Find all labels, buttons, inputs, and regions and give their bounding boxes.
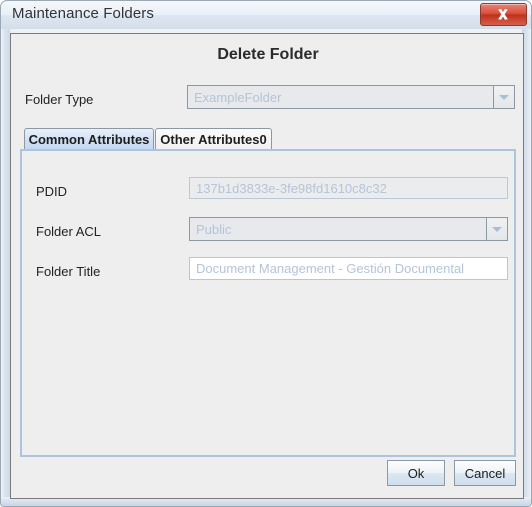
close-button[interactable] [480, 3, 527, 26]
ok-button-label: Ok [407, 465, 425, 481]
tab-label: Common Attributes [28, 132, 150, 147]
page-title: Delete Folder [217, 46, 319, 63]
folder-title-input[interactable]: Document Management - Gestión Documental [189, 257, 508, 280]
chevron-down-icon [492, 226, 502, 232]
folder-title-label: Folder Title [36, 264, 101, 279]
folder-type-dropdown-button[interactable] [493, 85, 515, 109]
folder-acl-combo-value[interactable]: Public [189, 217, 486, 241]
folder-type-label: Folder Type [25, 92, 94, 107]
tab-panel-common-attributes: PDID 137b1d3833e-3fe98fd1610c8c32 Folder… [20, 149, 516, 457]
window-title: Maintenance Folders [12, 5, 154, 22]
cancel-button-label: Cancel [464, 465, 506, 481]
content-panel: Delete Folder Folder Type ExampleFolder … [10, 33, 524, 499]
tab-other-attributes[interactable]: Other Attributes0 [155, 128, 272, 150]
pdid-input[interactable]: 137b1d3833e-3fe98fd1610c8c32 [189, 177, 508, 199]
folder-acl-dropdown-button[interactable] [486, 217, 508, 241]
chevron-down-icon [499, 94, 509, 100]
folder-type-combo-value[interactable]: ExampleFolder [187, 85, 493, 109]
window-left-edge [1, 29, 10, 499]
folder-acl-label: Folder ACL [36, 224, 102, 239]
pdid-label: PDID [36, 184, 68, 199]
title-bar[interactable]: Maintenance Folders [1, 1, 531, 29]
cancel-button[interactable]: Cancel [454, 460, 516, 486]
tab-common-attributes[interactable]: Common Attributes [24, 128, 154, 150]
tab-label: Other Attributes0 [160, 132, 267, 147]
dialog-button-bar: Ok Cancel [20, 460, 516, 492]
ok-button[interactable]: Ok [387, 460, 445, 486]
dialog-window: Maintenance Folders Delete Folder Folder… [0, 0, 532, 507]
